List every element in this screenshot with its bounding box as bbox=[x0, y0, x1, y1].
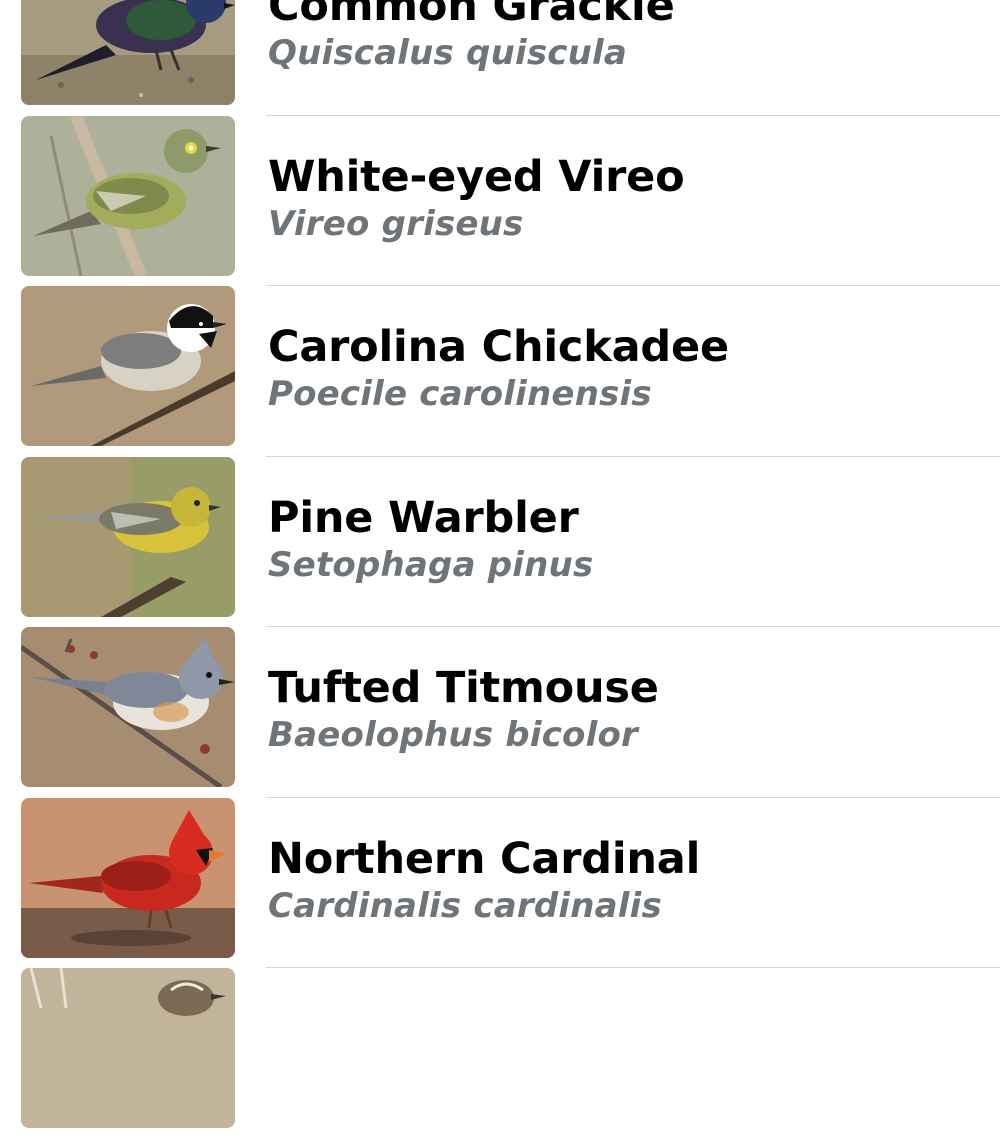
northern-cardinal-photo bbox=[21, 797, 235, 958]
list-item-partial[interactable] bbox=[0, 968, 1000, 1139]
bird-common-name: Common Grackle bbox=[268, 0, 675, 31]
bird-common-name: Tufted Titmouse bbox=[268, 663, 659, 713]
bird-scientific-name: Cardinalis cardinalis bbox=[268, 885, 662, 926]
bird-scientific-name: Baeolophus bicolor bbox=[268, 715, 638, 755]
list-item-carolina-chickadee[interactable]: Carolina Chickadee Poecile carolinensis bbox=[0, 286, 1000, 457]
list-item-pine-warbler[interactable]: Pine Warbler Setophaga pinus bbox=[0, 456, 1000, 627]
list-item-common-grackle[interactable]: Common Grackle Quiscalus quiscula bbox=[0, 0, 1000, 116]
bird-scientific-name: Setophaga pinus bbox=[268, 544, 594, 585]
list-item-white-eyed-vireo[interactable]: White-eyed Vireo Vireo griseus bbox=[0, 115, 1000, 286]
bird-scientific-name: Vireo griseus bbox=[268, 203, 524, 244]
bird-common-name: White-eyed Vireo bbox=[268, 151, 685, 202]
bird-common-name: Northern Cardinal bbox=[268, 833, 701, 884]
bird-scientific-name: Poecile carolinensis bbox=[268, 374, 652, 414]
bird-scientific-name: Quiscalus quiscula bbox=[268, 33, 628, 73]
list-item-northern-cardinal[interactable]: Northern Cardinal Cardinalis cardinalis bbox=[0, 797, 1000, 968]
bird-common-name: Pine Warbler bbox=[268, 492, 579, 543]
bird-list: Common Grackle Quiscalus quiscula White-… bbox=[0, 0, 1000, 1139]
tufted-titmouse-photo bbox=[21, 627, 235, 787]
list-item-tufted-titmouse[interactable]: Tufted Titmouse Baeolophus bicolor bbox=[0, 627, 1000, 798]
common-grackle-photo bbox=[21, 0, 235, 105]
carolina-chickadee-photo bbox=[21, 286, 235, 446]
bird-common-name: Carolina Chickadee bbox=[268, 322, 729, 372]
pine-warbler-photo bbox=[21, 456, 235, 617]
white-eyed-vireo-photo bbox=[21, 115, 235, 276]
partial-bird-photo bbox=[21, 968, 235, 1128]
